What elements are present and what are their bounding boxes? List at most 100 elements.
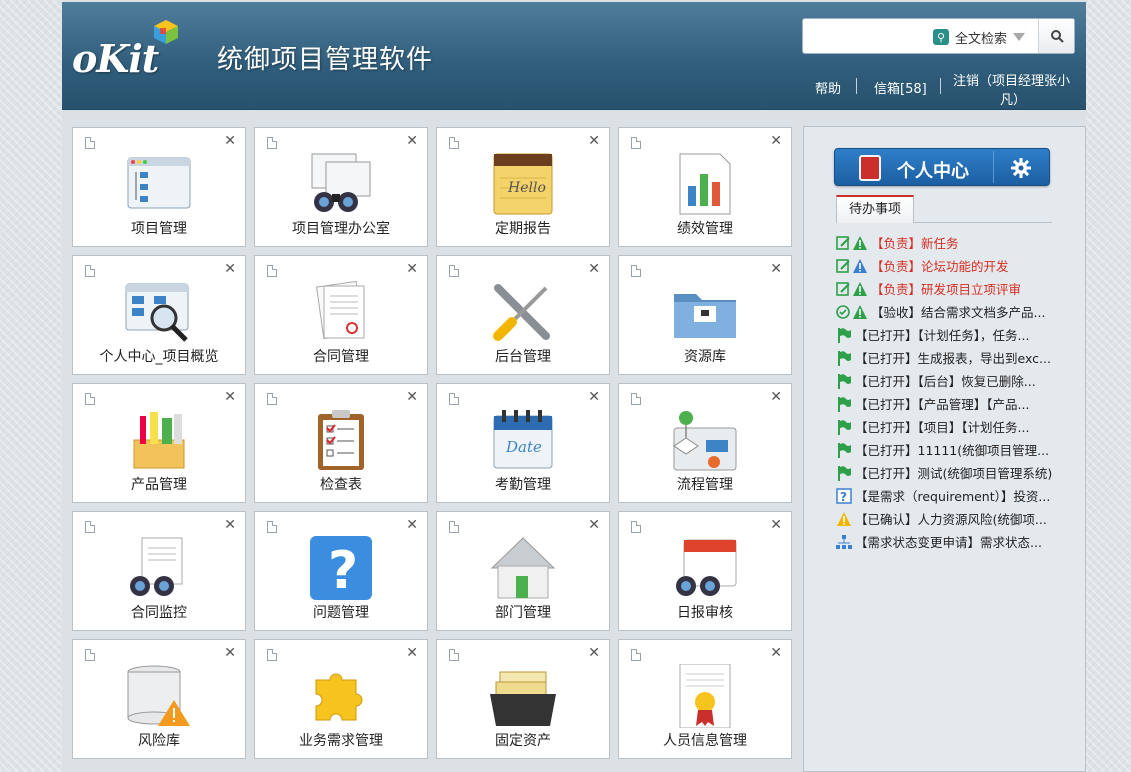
calendar-date-icon: Date <box>488 408 558 472</box>
document-icon <box>267 649 277 661</box>
todo-item[interactable]: ? 【是需求（requirement）】投资... <box>836 484 1086 507</box>
module-label: 产品管理 <box>131 477 187 493</box>
todo-text: 【已打开】生成报表，导出到exc... <box>855 351 1051 366</box>
module-tile[interactable]: ✕ 流程管理 <box>618 383 792 503</box>
document-icon <box>449 393 459 405</box>
todo-list: 【负责】新任务【负责】论坛功能的开发 【负责】研发项目立项评审【验收】结合需求文档… <box>836 231 1086 553</box>
module-label: 绩效管理 <box>677 221 733 237</box>
document-icon <box>631 649 641 661</box>
module-tile[interactable]: ✕ 产品管理 <box>72 383 246 503</box>
module-tile[interactable]: ✕ 后台管理 <box>436 255 610 375</box>
module-label: 业务需求管理 <box>299 733 383 749</box>
card-box-icon <box>488 664 558 728</box>
document-icon <box>267 393 277 405</box>
close-icon[interactable]: ✕ <box>406 389 418 405</box>
module-tile[interactable]: ✕ 部门管理 <box>436 511 610 631</box>
personal-center-button[interactable]: 个人中心 <box>834 148 1050 186</box>
close-icon[interactable]: ✕ <box>588 261 600 277</box>
close-icon[interactable]: ✕ <box>588 517 600 533</box>
close-icon[interactable]: ✕ <box>406 645 418 661</box>
module-tile[interactable]: ✕ 固定资产 <box>436 639 610 759</box>
module-tile[interactable]: ✕ 人员信息管理 <box>618 639 792 759</box>
module-tile[interactable]: ✕ 业务需求管理 <box>254 639 428 759</box>
todo-item[interactable]: 【负责】论坛功能的开发 <box>836 254 1086 277</box>
module-tile[interactable]: ✕ 资源库 <box>618 255 792 375</box>
module-tile[interactable]: ✕ 合同监控 <box>72 511 246 631</box>
chevron-down-icon <box>1013 33 1026 41</box>
todo-item[interactable]: 【已打开】生成报表，导出到exc... <box>836 346 1086 369</box>
close-icon[interactable]: ✕ <box>406 133 418 149</box>
todo-text: 【已确认】人力资源风险(统御项... <box>855 512 1047 527</box>
close-icon[interactable]: ✕ <box>770 517 782 533</box>
todo-item[interactable]: 【已打开】【后台】恢复已删除... <box>836 369 1086 392</box>
close-icon[interactable]: ✕ <box>588 389 600 405</box>
module-label: 问题管理 <box>313 605 369 621</box>
todo-item[interactable]: 【验收】结合需求文档多产品... <box>836 300 1086 323</box>
edit-info-icon <box>836 258 868 274</box>
org-chart-icon <box>836 534 852 550</box>
close-icon[interactable]: ✕ <box>224 261 236 277</box>
module-tile[interactable]: ✕ 个人中心_项目概览 <box>72 255 246 375</box>
module-tile[interactable]: ✕ 项目管理办公室 <box>254 127 428 247</box>
close-icon[interactable]: ✕ <box>406 261 418 277</box>
todo-text: 【负责】新任务 <box>871 236 959 251</box>
module-tile[interactable]: ✕ 检查表 <box>254 383 428 503</box>
flag-icon <box>836 465 852 481</box>
close-icon[interactable]: ✕ <box>406 517 418 533</box>
search-mode-select[interactable]: ⚲ 全文检索 <box>933 25 1041 49</box>
flag-icon <box>836 327 852 343</box>
close-icon[interactable]: ✕ <box>588 133 600 149</box>
document-icon <box>85 137 95 149</box>
close-icon[interactable]: ✕ <box>770 389 782 405</box>
svg-text:Date: Date <box>505 438 542 456</box>
module-label: 资源库 <box>684 349 726 365</box>
module-tile[interactable]: ✕? 问题管理 <box>254 511 428 631</box>
close-icon[interactable]: ✕ <box>770 261 782 277</box>
module-tile[interactable]: ✕ Date 考勤管理 <box>436 383 610 503</box>
module-tile[interactable]: ✕ Hello 定期报告 <box>436 127 610 247</box>
todo-item[interactable]: 【已打开】【产品管理】【产品... <box>836 392 1086 415</box>
module-tile[interactable]: ✕ 风险库 <box>72 639 246 759</box>
logout-link[interactable]: 注销（项目经理张小 凡） <box>953 70 1070 108</box>
todo-item[interactable]: 【已打开】测试(统御项目管理系统) <box>836 461 1086 484</box>
module-label: 定期报告 <box>495 221 551 237</box>
close-icon[interactable]: ✕ <box>224 389 236 405</box>
todo-item[interactable]: 【已打开】【计划任务】，任务... <box>836 323 1086 346</box>
document-icon <box>631 393 641 405</box>
logo-text: oKit <box>72 36 159 81</box>
todo-item[interactable]: 【已打开】【项目】【计划任务... <box>836 415 1086 438</box>
close-icon[interactable]: ✕ <box>224 645 236 661</box>
document-icon <box>449 137 459 149</box>
tab-todo[interactable]: 待办事项 <box>836 195 914 223</box>
todo-item[interactable]: 【已打开】11111(统御项目管理... <box>836 438 1086 461</box>
mailbox-link[interactable]: 信箱[58] <box>874 78 927 97</box>
search-icon <box>1050 30 1064 43</box>
todo-item[interactable]: 【负责】研发项目立项评审 <box>836 277 1086 300</box>
flag-icon <box>836 373 852 389</box>
close-icon[interactable]: ✕ <box>224 133 236 149</box>
module-tile[interactable]: ✕ 绩效管理 <box>618 127 792 247</box>
todo-text: 【验收】结合需求文档多产品... <box>871 305 1046 320</box>
module-tile[interactable]: ✕ 项目管理 <box>72 127 246 247</box>
gear-icon[interactable] <box>1010 157 1032 179</box>
close-icon[interactable]: ✕ <box>588 645 600 661</box>
close-icon[interactable]: ✕ <box>770 645 782 661</box>
todo-item[interactable]: 【需求状态变更申请】需求状态... <box>836 530 1086 553</box>
todo-item[interactable]: 【负责】新任务 <box>836 231 1086 254</box>
question-icon: ? <box>306 536 376 601</box>
help-link[interactable]: 帮助 <box>815 78 841 97</box>
search-button[interactable] <box>1038 19 1074 53</box>
module-label: 项目管理办公室 <box>292 221 390 237</box>
module-label: 个人中心_项目概览 <box>99 349 219 365</box>
document-icon <box>267 521 277 533</box>
search-input[interactable] <box>809 25 927 47</box>
todo-item[interactable]: 【已确认】人力资源风险(统御项... <box>836 507 1086 530</box>
close-icon[interactable]: ✕ <box>224 517 236 533</box>
todo-text: 【已打开】11111(统御项目管理... <box>855 443 1050 458</box>
module-tile[interactable]: ✕ 合同管理 <box>254 255 428 375</box>
close-icon[interactable]: ✕ <box>770 133 782 149</box>
module-label: 固定资产 <box>495 733 551 749</box>
magnifier-window-icon <box>124 280 194 344</box>
binoculars-papers-icon <box>124 536 194 600</box>
module-tile[interactable]: ✕ 日报审核 <box>618 511 792 631</box>
